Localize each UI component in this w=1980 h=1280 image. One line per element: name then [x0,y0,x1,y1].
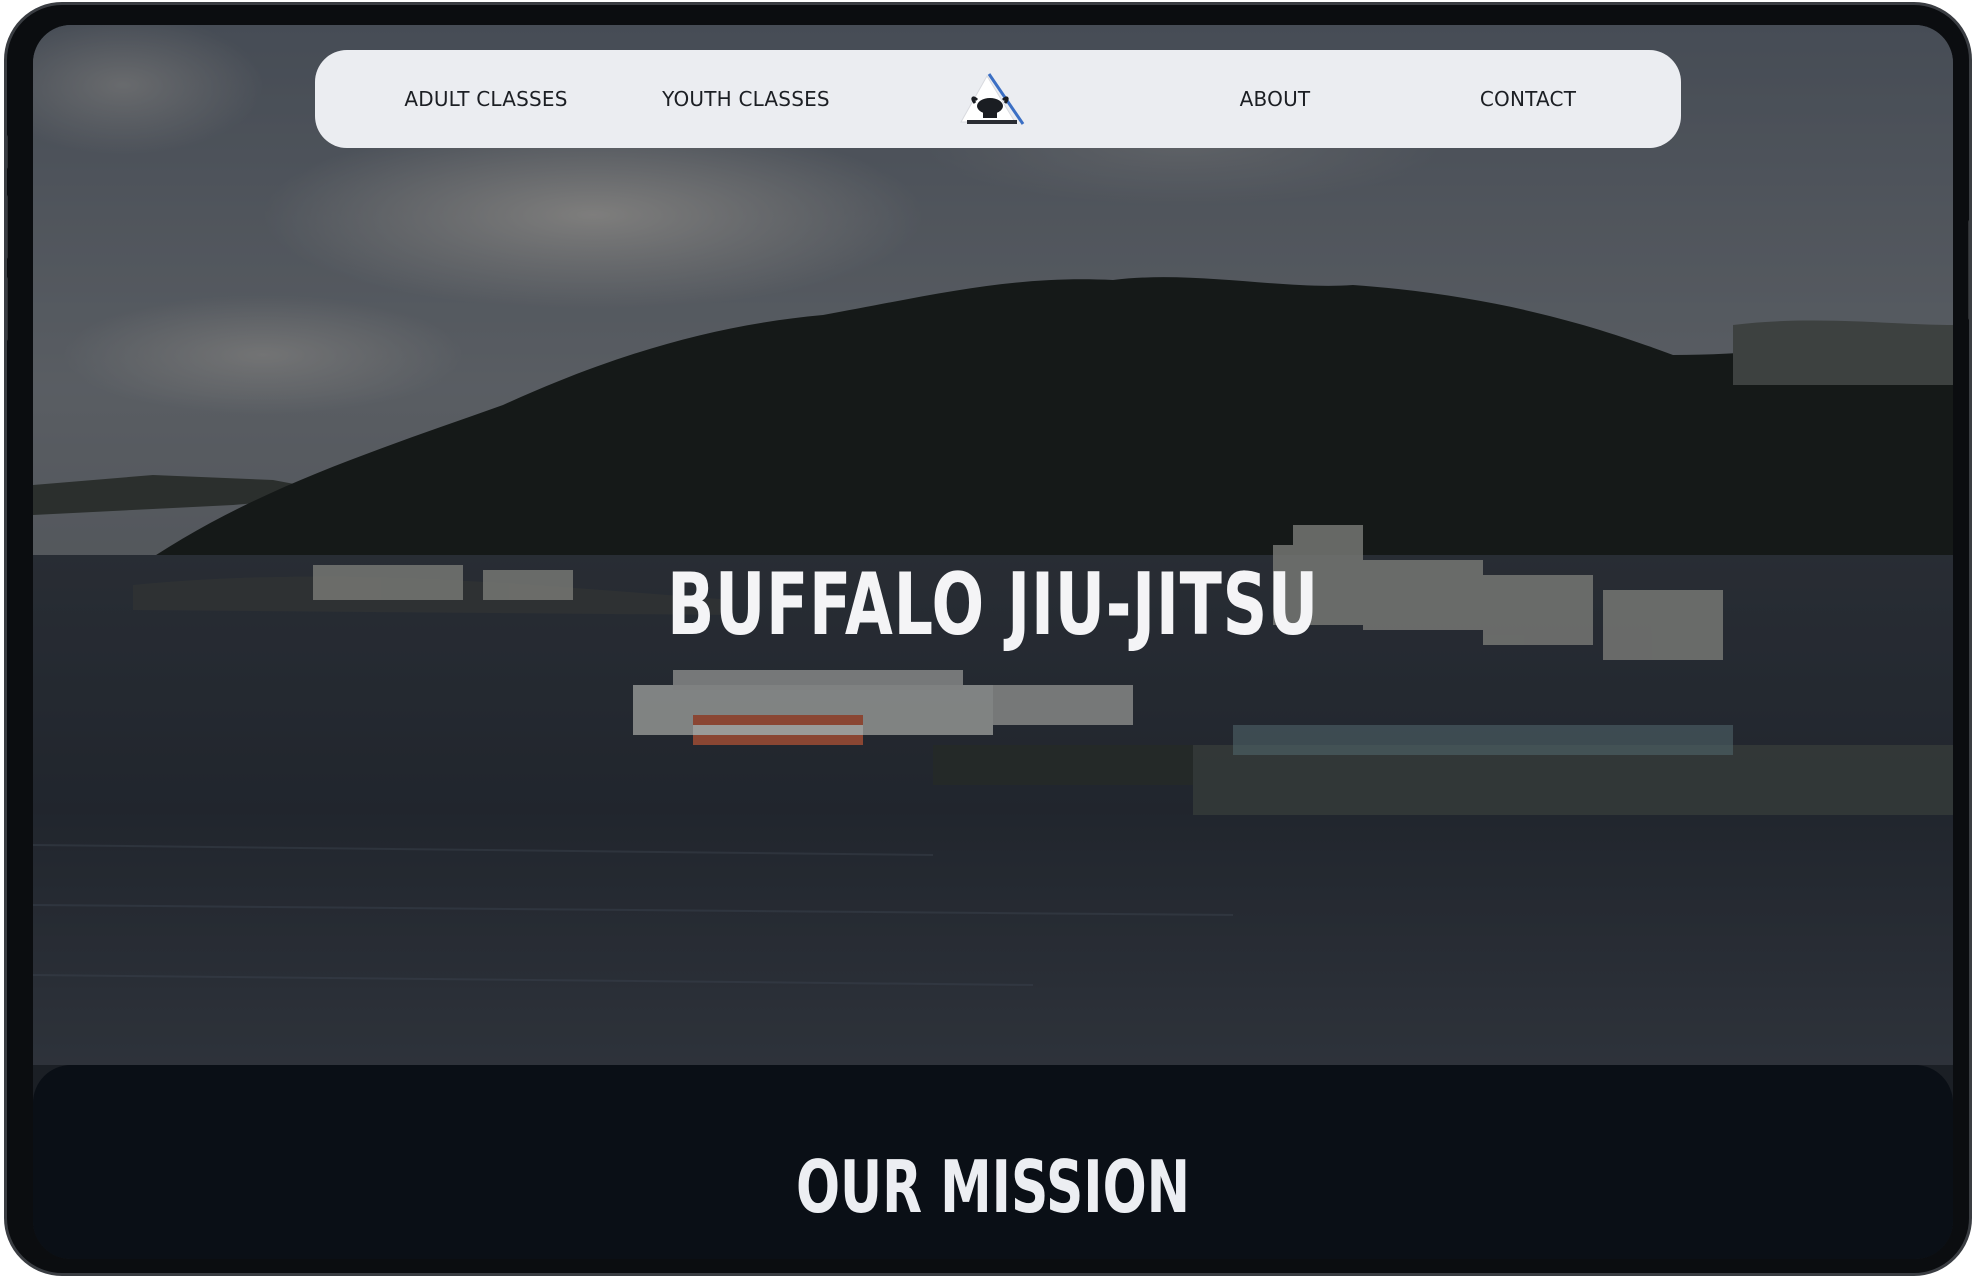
hero-overlay [33,25,1953,1065]
browser-viewport: BUFFALO JIU-JITSU ADULT CLASSES YOUTH CL… [33,25,1953,1259]
tablet-frame: BUFFALO JIU-JITSU ADULT CLASSES YOUTH CL… [4,2,1972,1276]
nav-item-youth-classes[interactable]: YOUTH CLASSES [641,50,851,148]
hero-title: BUFFALO JIU-JITSU [667,555,1319,655]
mission-title: OUR MISSION [795,1145,1191,1229]
nav-item-adult-classes[interactable]: ADULT CLASSES [387,50,585,148]
buffalo-logo-icon[interactable] [957,70,1029,130]
main-nav: ADULT CLASSES YOUTH CLASSES ABOUT CONTAC… [315,50,1681,148]
mission-section: OUR MISSION [33,1065,1953,1259]
volume-button [7,135,8,169]
volume-button [7,195,8,259]
nav-item-contact[interactable]: CONTACT [1455,50,1601,148]
hero-section: BUFFALO JIU-JITSU [33,25,1953,1065]
nav-item-about[interactable]: ABOUT [1215,50,1335,148]
power-button [1968,220,1969,320]
volume-button [7,277,8,341]
